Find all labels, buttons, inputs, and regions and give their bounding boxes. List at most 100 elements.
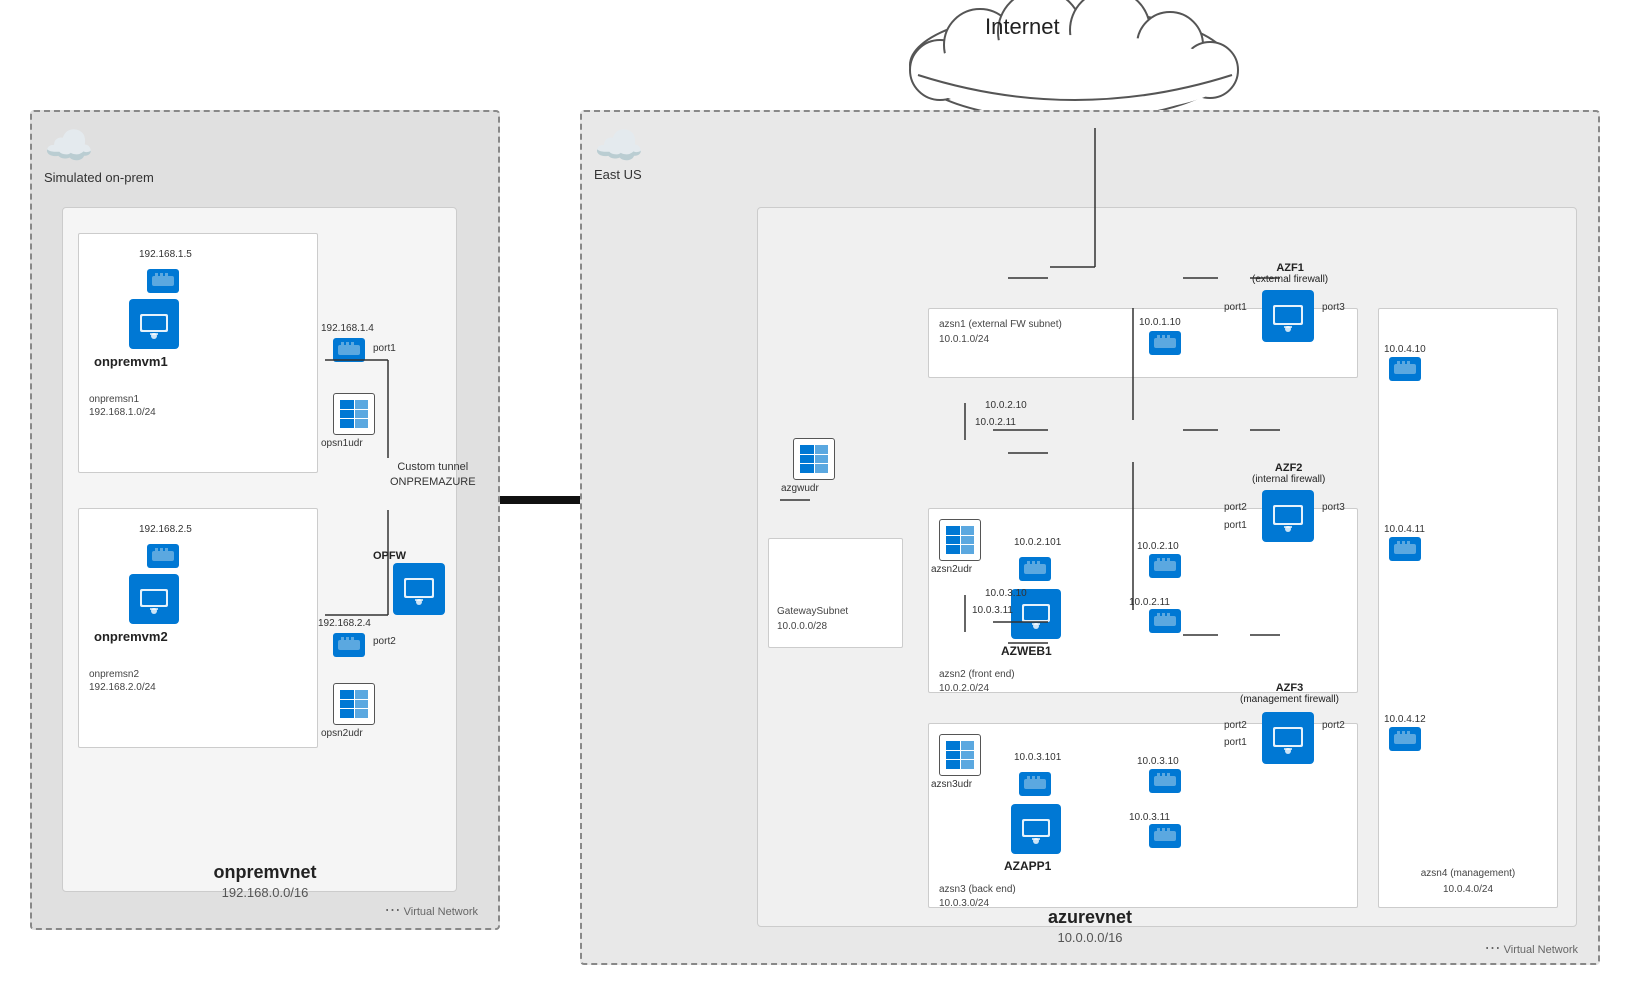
azapp1-ip: 10.0.3.101 [1014, 752, 1061, 763]
azweb1-nic-ip: 10.0.2.11 [1129, 597, 1170, 608]
azf3-nic-left [1149, 769, 1181, 793]
azf2-port1-nic-label: 10.0.2.11 [975, 417, 1016, 428]
azf2-vm[interactable] [1262, 490, 1314, 542]
onprem-vnet: 192.168.1.5 onpremvm1 onpremsn1 192.168.… [62, 207, 457, 892]
gateway-subnet-box: GatewaySubnet 10.0.0.0/28 [768, 538, 903, 648]
azure-vnet-name: azurevnet [1048, 907, 1132, 928]
onprem-vnet-cidr: 192.168.0.0/16 [222, 885, 309, 900]
onprem-vnet-name: onpremvnet [213, 862, 316, 883]
azsn4-label: azsn4 (management) [1421, 868, 1516, 879]
onprem-subnet1-box: 192.168.1.5 onpremvm1 onpremsn1 192.168.… [78, 233, 318, 473]
azgwudr-icon [793, 438, 835, 480]
azf2-port1-label: port1 [1224, 520, 1247, 531]
onprem-subnet1-cidr: 192.168.1.0/24 [89, 407, 156, 418]
onpremvm1-nic-right [333, 338, 365, 362]
azf2-port2-label: port2 [1224, 502, 1247, 513]
diagram-area: Internet Public IP ☁️ Simulated on-prem … [0, 0, 1639, 1000]
azgwudr-label: azgwudr [781, 483, 819, 494]
opsn1udr-icon [333, 393, 375, 435]
azweb1-nic-right [1149, 609, 1181, 633]
azf1-nic-left [1149, 331, 1181, 355]
onpremvm1-port1: port1 [373, 343, 396, 354]
opsn1udr-label: opsn1udr [321, 438, 363, 449]
onpremvm2-nic-right [333, 633, 365, 657]
opfw-label: OPFW [373, 550, 406, 562]
onprem-subnet2-box: 192.168.2.5 onpremvm2 onpremsn2 192.168.… [78, 508, 318, 748]
internet-label: Internet [985, 14, 1060, 40]
eastus-cloud-icon: ☁️ [594, 122, 644, 169]
azf2-label-box: AZF2 (internal firewall) [1252, 462, 1325, 485]
onprem-subnet1-label: onpremsn1 [89, 394, 139, 405]
azf3-port2-ip-label: 10.0.3.10 [985, 588, 1027, 599]
eastus-region-label: East US [594, 167, 642, 182]
azf3-port1-nic-label: 10.0.3.11 [972, 605, 1013, 616]
azure-vnet-type: ⋯ Virtual Network [1485, 938, 1578, 958]
azweb1-nic-top [1019, 557, 1051, 581]
onpremvm1-label: onpremvm1 [94, 354, 168, 369]
azsn3udr-label: azsn3udr [931, 779, 972, 790]
onpremvm1-nic-ip: 192.168.1.4 [321, 323, 374, 334]
azf3-port2-label: port2 [1224, 720, 1247, 731]
azf1-port3-label: port3 [1322, 302, 1345, 313]
azapp1-label: AZAPP1 [1004, 859, 1051, 873]
azf2-port2-left-ip: 10.0.2.10 [1137, 541, 1179, 552]
azsn1-label: azsn1 (external FW subnet) [939, 319, 1062, 330]
azsn2-cidr: 10.0.2.0/24 [939, 683, 989, 694]
azf2-port3-ip: 10.0.4.11 [1384, 524, 1425, 535]
azf2-port2-ip-label: 10.0.2.10 [985, 400, 1027, 411]
azsn3-label: azsn3 (back end) [939, 884, 1016, 895]
azf3-label-box: AZF3 (management firewall) [1240, 682, 1339, 706]
azf3-port2-right-label: port2 [1322, 720, 1345, 731]
eastus-region: ☁️ East US GatewaySubnet 10.0.0.0/28 azg… [580, 110, 1600, 965]
onprem-cloud-icon: ☁️ [44, 122, 94, 169]
azf1-vm[interactable] [1262, 290, 1314, 342]
azf2-nic-right [1389, 537, 1421, 561]
onpremvm2-ip-top: 192.168.2.5 [139, 524, 192, 535]
onpremvm2-port2: port2 [373, 636, 396, 647]
onpremvm1-vm[interactable] [129, 299, 179, 349]
onprem-vnet-type: ⋯ Virtual Network [385, 900, 478, 920]
onprem-subnet2-cidr: 192.168.2.0/24 [89, 682, 156, 693]
tunnel-label: Custom tunnel ONPREMAZURE [390, 460, 476, 491]
onprem-region-label: Simulated on-prem [44, 170, 154, 187]
azf3-port2-left-ip: 10.0.3.10 [1137, 756, 1179, 767]
azf2-nic-left [1149, 554, 1181, 578]
gateway-subnet-label: GatewaySubnet [777, 606, 848, 617]
azapp1-vm[interactable] [1011, 804, 1061, 854]
azf1-nic-right [1389, 357, 1421, 381]
azsn4-box: azsn4 (management) 10.0.4.0/24 10.0.4.10… [1378, 308, 1558, 908]
azsn2udr-icon [939, 519, 981, 561]
azsn2udr-label: azsn2udr [931, 564, 972, 575]
onpremvm2-vm[interactable] [129, 574, 179, 624]
azure-vnet: GatewaySubnet 10.0.0.0/28 azgwudr azsn1 … [757, 207, 1577, 927]
azf1-port1-label: port1 [1224, 302, 1247, 313]
azf3-port2-right-ip: 10.0.4.12 [1384, 714, 1426, 725]
azf3-port1-label: port1 [1224, 737, 1247, 748]
onpremvm1-nic [147, 269, 179, 293]
azweb1-ip: 10.0.2.101 [1014, 537, 1061, 548]
onpremvm2-label: onpremvm2 [94, 629, 168, 644]
azapp1-nic-right [1149, 824, 1181, 848]
azweb1-label: AZWEB1 [1001, 644, 1052, 658]
azf1-port1-ip: 10.0.1.10 [1139, 317, 1181, 328]
onpremvm1-ip-top: 192.168.1.5 [139, 249, 192, 260]
onpremvm2-nic-top [147, 544, 179, 568]
azf1-port3-ip: 10.0.4.10 [1384, 344, 1426, 355]
opfw-vm[interactable] [393, 563, 445, 615]
azsn1-cidr: 10.0.1.0/24 [939, 334, 989, 345]
opsn2udr-label: opsn2udr [321, 728, 363, 739]
azapp1-nic-top [1019, 772, 1051, 796]
gateway-subnet-cidr: 10.0.0.0/28 [777, 621, 827, 632]
onprem-region: ☁️ Simulated on-prem 192.168.1.5 onpremv… [30, 110, 500, 930]
azf1-label-box: AZF1 (external firewall) [1252, 262, 1328, 285]
azsn2-label: azsn2 (front end) [939, 669, 1015, 680]
onpremvm2-nic-ip: 192.168.2.4 [318, 618, 371, 629]
azf3-vm[interactable] [1262, 712, 1314, 764]
azf2-port3-label: port3 [1322, 502, 1345, 513]
azf3-nic-right [1389, 727, 1421, 751]
azsn3udr-icon [939, 734, 981, 776]
opsn2udr-icon [333, 683, 375, 725]
azsn3-cidr: 10.0.3.0/24 [939, 898, 989, 909]
azsn4-cidr: 10.0.4.0/24 [1443, 884, 1493, 895]
azure-vnet-cidr: 10.0.0.0/16 [1057, 930, 1122, 945]
